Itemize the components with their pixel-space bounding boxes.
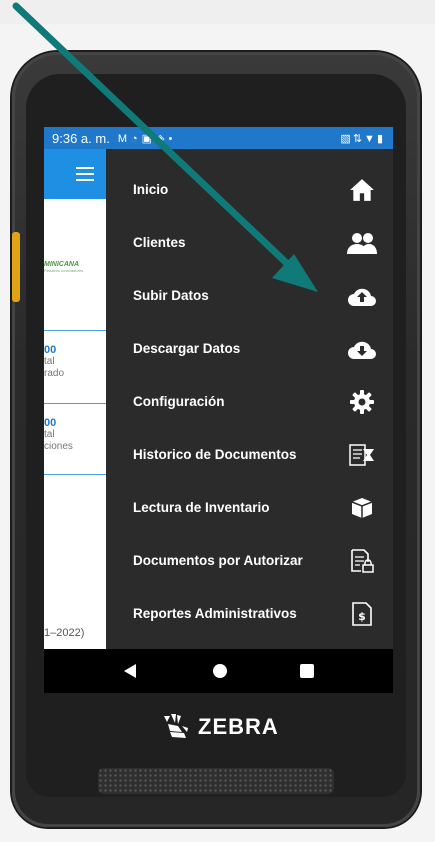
menu-item-label: Historico de Documentos xyxy=(133,447,297,462)
menu-item-label: Subir Datos xyxy=(133,288,209,303)
card-label-line1: tal xyxy=(44,356,55,367)
gmail-icon: M xyxy=(117,132,131,145)
menu-item-label: Clientes xyxy=(133,235,186,250)
status-right-icons: ▧⇅▼▮ xyxy=(340,132,385,145)
card-value: 00 xyxy=(44,344,57,356)
card-label-line2: ciones xyxy=(44,441,73,452)
box-icon xyxy=(347,493,377,523)
document-lock-icon xyxy=(347,546,377,576)
menu-item-label: Documentos por Autorizar xyxy=(133,553,303,568)
dollar-document-icon: $ xyxy=(347,599,377,629)
device-screen: 9:36 a. m. M◔▣◈• ▧⇅▼▮ MINICANA Plásticos… xyxy=(44,127,393,693)
zebra-logo: ZEBRA xyxy=(160,712,279,742)
dot-icon: • xyxy=(168,132,177,145)
svg-text:$: $ xyxy=(358,610,366,623)
menu-item-label: Configuración xyxy=(133,394,225,409)
wifi-icon: ▼ xyxy=(364,132,377,145)
data-icon: ⇅ xyxy=(352,132,365,145)
app-header xyxy=(44,149,106,199)
menu-item-configuracion[interactable]: Configuración xyxy=(106,375,393,428)
document-history-icon xyxy=(347,440,377,470)
status-time: 9:36 a. m. xyxy=(52,130,110,146)
battery-icon: ▮ xyxy=(376,132,385,145)
zebra-head-icon xyxy=(164,714,188,738)
brand-name: MINICANA xyxy=(44,261,79,268)
card-label-line2: rado xyxy=(44,368,65,379)
card-label-line1: tal xyxy=(44,429,55,440)
brand-logo: MINICANA Plásticos Innovadores xyxy=(44,261,106,273)
menu-item-lectura-de-inventario[interactable]: Lectura de Inventario xyxy=(106,481,393,534)
navigation-drawer: Inicio Clientes Subir Datos Descargar Da… xyxy=(106,149,393,649)
home-circle-icon[interactable] xyxy=(213,664,227,678)
menu-item-descargar-datos[interactable]: Descargar Datos xyxy=(106,322,393,375)
summary-card-1[interactable]: 00 tal rado xyxy=(44,330,106,403)
menu-item-label: Descargar Datos xyxy=(133,341,241,356)
menu-item-label: Reportes Administrativos xyxy=(133,606,297,621)
menu-item-historico-de-documentos[interactable]: Historico de Documentos xyxy=(106,428,393,481)
status-left-icons: M◔▣◈• xyxy=(118,132,177,145)
tv-icon: ▣ xyxy=(141,132,157,145)
menu-item-label: Inicio xyxy=(133,182,169,197)
brand-subtitle: Plásticos Innovadores xyxy=(44,268,84,273)
footer-text: 1–2022) xyxy=(44,627,85,639)
side-scan-button xyxy=(12,232,20,302)
code-icon: ◈ xyxy=(156,132,169,145)
page: 9:36 a. m. M◔▣◈• ▧⇅▼▮ MINICANA Plásticos… xyxy=(0,0,435,842)
sync-icon: ◔ xyxy=(130,132,142,145)
android-nav-bar xyxy=(44,649,393,693)
gear-icon xyxy=(347,387,377,417)
cloud-upload-icon xyxy=(347,281,377,311)
menu-item-documentos-por-autorizar[interactable]: Documentos por Autorizar xyxy=(106,534,393,587)
app-background: MINICANA Plásticos Innovadores 00 tal ra… xyxy=(44,149,106,649)
menu-item-label: Lectura de Inventario xyxy=(133,500,270,515)
menu-item-clientes[interactable]: Clientes xyxy=(106,216,393,269)
menu-item-subir-datos[interactable]: Subir Datos xyxy=(106,269,393,322)
cloud-download-icon xyxy=(347,334,377,364)
home-icon xyxy=(347,175,377,205)
people-icon xyxy=(347,228,377,258)
cast-icon: ▧ xyxy=(340,132,353,145)
status-bar: 9:36 a. m. M◔▣◈• ▧⇅▼▮ xyxy=(44,127,393,149)
menu-item-reportes-administrativos[interactable]: Reportes Administrativos $ xyxy=(106,587,393,640)
speaker-grille xyxy=(98,768,334,794)
card-value: 00 xyxy=(44,417,57,429)
summary-card-2[interactable]: 00 tal ciones xyxy=(44,403,106,475)
recent-apps-icon[interactable] xyxy=(300,664,314,678)
device-brand: ZEBRA xyxy=(198,714,279,739)
hamburger-menu-icon[interactable] xyxy=(76,167,94,181)
menu-item-inicio[interactable]: Inicio xyxy=(106,163,393,216)
top-bar xyxy=(0,0,435,24)
back-icon[interactable] xyxy=(124,664,136,678)
